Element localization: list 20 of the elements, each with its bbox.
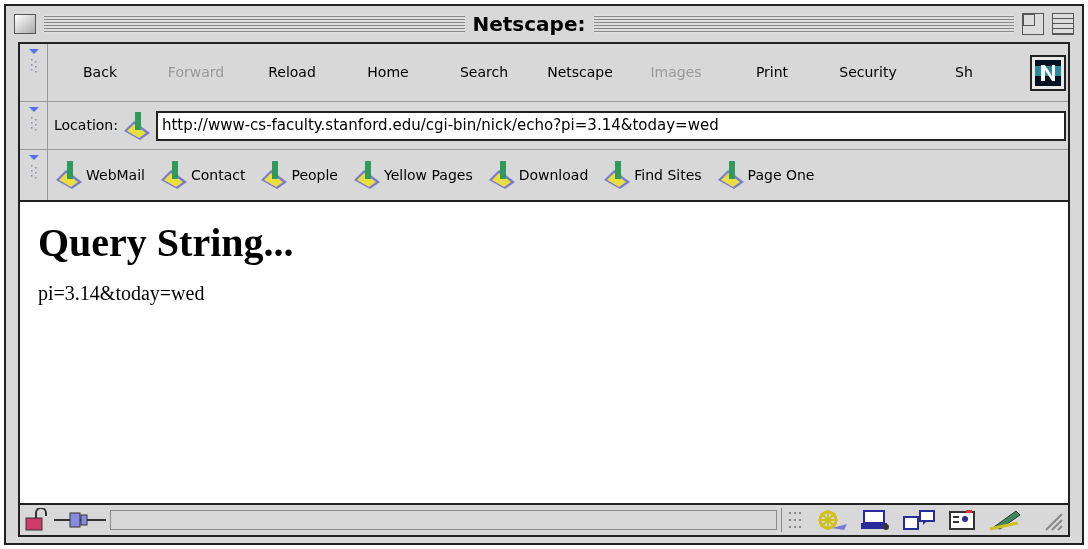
toolbar-button[interactable]: Print <box>724 62 820 83</box>
window-title: Netscape: <box>472 11 586 38</box>
bookmark-link[interactable]: WebMail <box>86 164 145 186</box>
url-field[interactable]: http://www-cs-faculty.stanford.edu/cgi-bin/nick/echo?pi=3.14&today=wed <box>155 110 1066 141</box>
toolbar-button[interactable]: Home <box>340 62 436 83</box>
location-label: Location: <box>54 116 118 135</box>
bookmark-link[interactable]: Contact <box>190 164 246 186</box>
toolbar-button[interactable]: Security <box>820 62 916 83</box>
bookmark-link[interactable]: Yellow Pages <box>383 164 473 186</box>
bookmark-link[interactable]: Download <box>518 164 589 186</box>
bookmark-link[interactable]: People <box>291 164 338 186</box>
toolbar-button[interactable]: Search <box>436 62 532 83</box>
query-text: pi=3.14&today=wed <box>38 281 206 307</box>
toolbar-button[interactable]: Sh <box>916 62 1012 83</box>
toolbar-button[interactable]: Back <box>52 62 148 83</box>
bookmark-link[interactable]: Page One <box>747 164 815 186</box>
toolbar-button[interactable]: Reload <box>244 62 340 83</box>
page-heading: Query String... <box>38 219 295 267</box>
bookmark-link[interactable]: Find Sites <box>634 164 702 186</box>
toolbar-button[interactable]: Netscape <box>532 62 628 83</box>
